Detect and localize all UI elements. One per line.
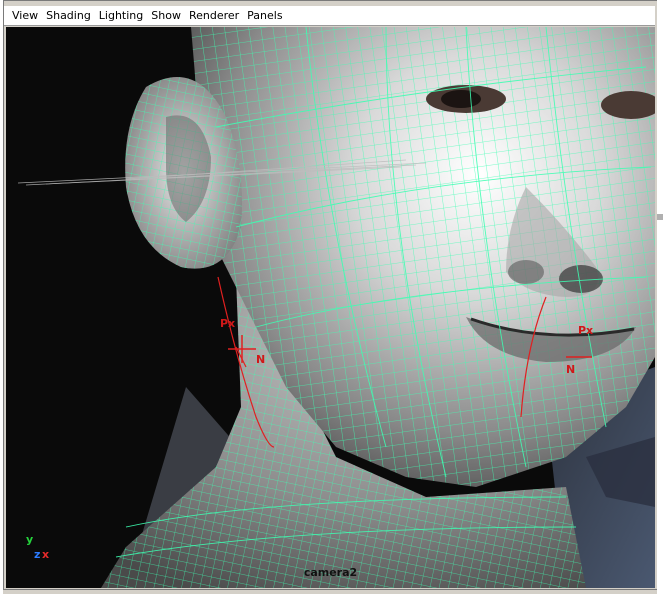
pivot-label-left: Px: [220, 317, 236, 330]
normal-label-left: N: [256, 353, 266, 366]
axis-z-label: z: [34, 548, 41, 561]
menu-panels[interactable]: Panels: [243, 6, 286, 26]
right-edge: [657, 0, 663, 594]
splitter-handle[interactable]: [657, 214, 663, 220]
3d-viewport[interactable]: Px N Px N y z x camera2: [6, 27, 655, 588]
normal-label-right: N: [566, 363, 576, 376]
menu-renderer[interactable]: Renderer: [185, 6, 243, 26]
menu-show[interactable]: Show: [147, 6, 185, 26]
viewport-render: [6, 27, 655, 588]
menu-lighting[interactable]: Lighting: [95, 6, 147, 26]
axis-x-label: x: [42, 548, 50, 561]
axis-y-label: y: [26, 533, 34, 546]
pivot-label-right: Px: [578, 324, 594, 337]
menu-view[interactable]: View: [8, 6, 42, 26]
panel-menubar: View Shading Lighting Show Renderer Pane…: [4, 6, 655, 26]
camera-name: camera2: [303, 566, 358, 579]
menu-shading[interactable]: Shading: [42, 6, 95, 26]
